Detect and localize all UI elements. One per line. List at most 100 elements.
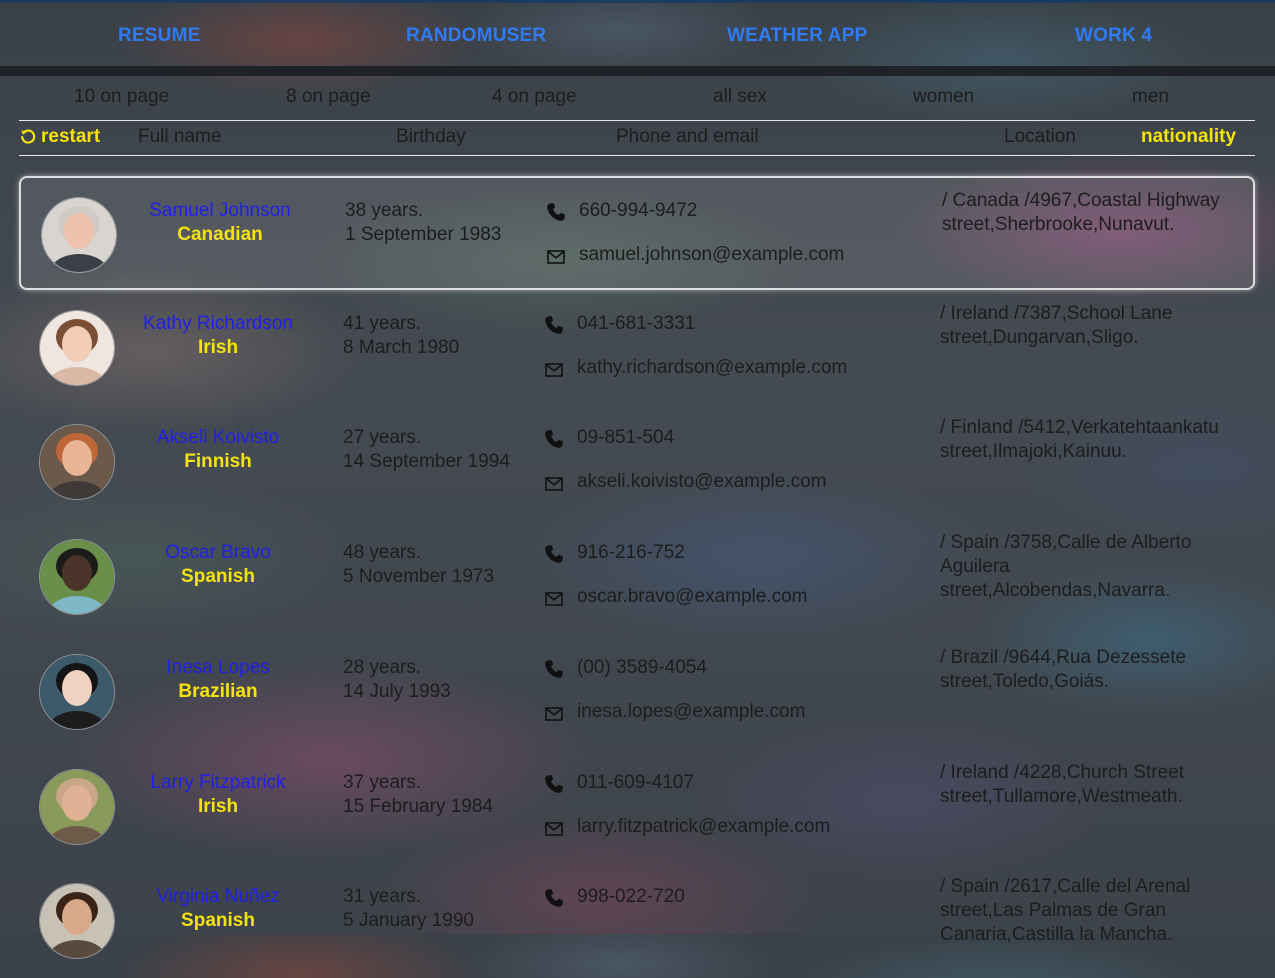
page-size-4-button[interactable]: 4 on page — [492, 86, 577, 108]
phone-icon — [545, 660, 563, 678]
nav-resume-link[interactable]: RESUME — [118, 25, 201, 47]
divider — [19, 155, 1255, 156]
phone-icon — [547, 203, 565, 221]
birthday-cell: 27 years. 14 September 1994 — [343, 426, 510, 474]
nav-divider — [0, 66, 1275, 76]
user-location: / Spain /3758,Calle de Alberto Aguilera … — [940, 532, 1192, 601]
user-email[interactable]: akseli.koivisto@example.com — [577, 470, 827, 494]
user-nationality: Spanish — [181, 566, 255, 587]
user-birth-date: 14 July 1993 — [343, 681, 451, 702]
user-birth-date: 5 January 1990 — [343, 910, 474, 931]
avatar — [39, 654, 115, 730]
avatar — [39, 424, 115, 500]
filter-bar: 10 on page 8 on page 4 on page all sex w… — [0, 86, 1275, 114]
nav-randomuser-link[interactable]: RANDOMUSER — [406, 25, 546, 47]
user-row[interactable]: Kathy Richardson Irish 41 years. 8 March… — [19, 291, 1255, 405]
birthday-cell: 38 years. 1 September 1983 — [345, 199, 501, 247]
avatar — [39, 539, 115, 615]
birthday-cell: 37 years. 15 February 1984 — [343, 771, 493, 819]
user-email[interactable]: inesa.lopes@example.com — [577, 700, 805, 724]
filter-men-button[interactable]: men — [1132, 86, 1169, 108]
sort-nationality-header[interactable]: nationality — [1141, 126, 1236, 148]
birthday-cell: 31 years. 5 January 1990 — [343, 885, 474, 933]
user-location: / Ireland /7387,School Lane street,Dunga… — [940, 303, 1173, 348]
user-name[interactable]: Akseli Koivisto — [118, 426, 318, 450]
restart-button[interactable]: restart — [20, 126, 100, 148]
phone-icon — [545, 545, 563, 563]
sort-full-name-header[interactable]: Full name — [138, 126, 221, 148]
user-row[interactable]: Larry Fitzpatrick Irish 37 years. 15 Feb… — [19, 750, 1255, 864]
user-nationality: Irish — [197, 337, 239, 358]
name-cell: Larry Fitzpatrick Irish — [118, 771, 318, 819]
table-header: restart Full name Birthday Phone and ema… — [0, 126, 1275, 154]
filter-all-sex-button[interactable]: all sex — [713, 86, 767, 108]
phone-email-header: Phone and email — [616, 126, 759, 147]
user-age: 48 years. — [343, 542, 422, 563]
page-size-10-button[interactable]: 10 on page — [74, 86, 169, 108]
user-age: 28 years. — [343, 657, 422, 678]
user-name[interactable]: Larry Fitzpatrick — [118, 771, 318, 795]
avatar — [39, 769, 115, 845]
mail-icon — [545, 707, 563, 721]
user-name[interactable]: Virginia Nuñez — [118, 885, 318, 909]
user-phone: 09-851-504 — [577, 427, 675, 448]
top-nav: RESUME RANDOMUSER WEATHER APP WORK 4 — [0, 0, 1275, 68]
user-email[interactable]: oscar.bravo@example.com — [577, 585, 808, 609]
birthday-cell: 28 years. 14 July 1993 — [343, 656, 451, 704]
nav-weather-app-link[interactable]: WEATHER APP — [727, 25, 867, 47]
mail-icon — [545, 477, 563, 491]
user-name[interactable]: Oscar Bravo — [118, 541, 318, 565]
mail-icon — [545, 822, 563, 836]
phone-icon — [545, 775, 563, 793]
name-cell: Akseli Koivisto Finnish — [118, 426, 318, 474]
user-row[interactable]: Akseli Koivisto Finnish 27 years. 14 Sep… — [19, 405, 1255, 519]
user-location: / Brazil /9644,Rua Dezessete street,Tole… — [940, 647, 1187, 692]
user-birth-date: 8 March 1980 — [343, 337, 460, 358]
mail-icon — [545, 363, 563, 377]
user-phone: 041-681-3331 — [577, 313, 696, 334]
filter-women-button[interactable]: women — [913, 86, 974, 108]
user-phone: 660-994-9472 — [579, 200, 698, 221]
user-location: / Finland /5412,Verkatehtaankatu street,… — [940, 417, 1219, 462]
user-age: 27 years. — [343, 427, 422, 448]
sort-birthday-header[interactable]: Birthday — [396, 126, 466, 148]
name-cell: Inesa Lopes Brazilian — [118, 656, 318, 704]
user-nationality: Brazilian — [178, 681, 258, 702]
user-email[interactable]: samuel.johnson@example.com — [579, 243, 844, 267]
user-name[interactable]: Inesa Lopes — [118, 656, 318, 680]
user-row[interactable]: Inesa Lopes Brazilian 28 years. 14 July … — [19, 635, 1255, 749]
birthday-cell: 41 years. 8 March 1980 — [343, 312, 459, 360]
restart-label: restart — [41, 126, 101, 147]
user-row[interactable]: Virginia Nuñez Spanish 31 years. 5 Janua… — [19, 864, 1255, 978]
user-age: 31 years. — [343, 886, 422, 907]
mail-icon — [547, 250, 565, 264]
user-birth-date: 15 February 1984 — [343, 796, 493, 817]
user-nationality: Spanish — [181, 910, 255, 931]
avatar — [39, 310, 115, 386]
user-birth-date: 14 September 1994 — [343, 451, 510, 472]
page-size-8-button[interactable]: 8 on page — [286, 86, 371, 108]
sort-location-header[interactable]: Location — [1004, 126, 1076, 148]
user-row[interactable]: Samuel Johnson Canadian 38 years. 1 Sept… — [19, 176, 1255, 290]
name-cell: Samuel Johnson Canadian — [120, 199, 320, 247]
user-name[interactable]: Samuel Johnson — [120, 199, 320, 223]
user-nationality: Irish — [197, 796, 239, 817]
birthday-cell: 48 years. 5 November 1973 — [343, 541, 494, 589]
user-phone: 916-216-752 — [577, 542, 685, 563]
user-name[interactable]: Kathy Richardson — [118, 312, 318, 336]
nav-work4-link[interactable]: WORK 4 — [1075, 25, 1152, 47]
user-nationality: Canadian — [177, 224, 263, 245]
user-email[interactable]: kathy.richardson@example.com — [577, 356, 847, 380]
user-birth-date: 5 November 1973 — [343, 566, 495, 587]
user-phone: (00) 3589-4054 — [577, 657, 707, 678]
name-cell: Oscar Bravo Spanish — [118, 541, 318, 589]
divider — [19, 120, 1255, 121]
user-birth-date: 1 September 1983 — [345, 224, 502, 245]
restart-icon — [21, 129, 36, 144]
name-cell: Virginia Nuñez Spanish — [118, 885, 318, 933]
name-cell: Kathy Richardson Irish — [118, 312, 318, 360]
user-row[interactable]: Oscar Bravo Spanish 48 years. 5 November… — [19, 520, 1255, 634]
mail-icon — [545, 592, 563, 606]
user-age: 41 years. — [343, 313, 422, 334]
user-email[interactable]: larry.fitzpatrick@example.com — [577, 815, 830, 839]
